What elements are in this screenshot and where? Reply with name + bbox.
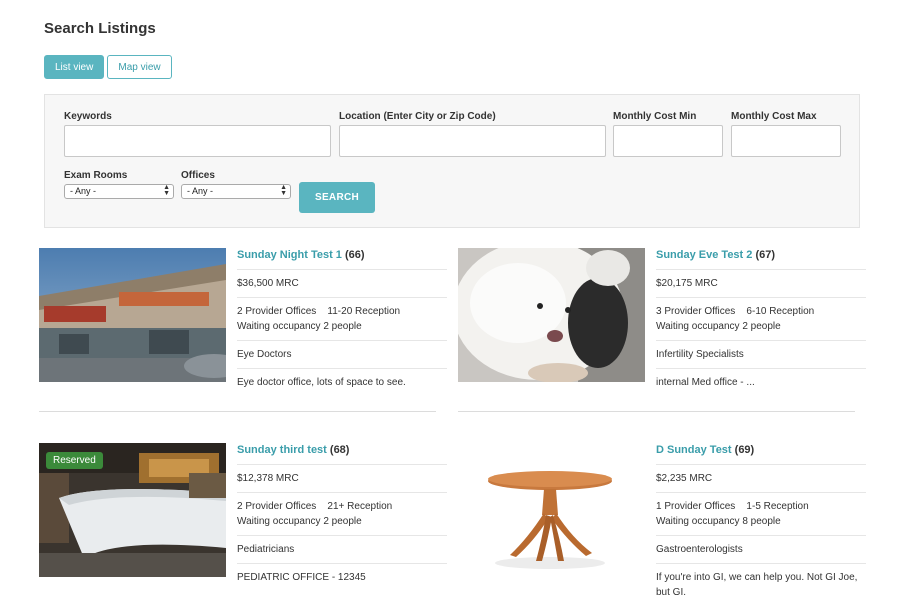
listing-details: Sunday Eve Test 2 (67) $20,175 MRC 3 Pro… — [656, 248, 866, 396]
exam-rooms-label: Exam Rooms — [64, 170, 128, 181]
select-arrows-icon: ▲ ▼ — [163, 184, 170, 197]
cost-max-input[interactable] — [731, 125, 841, 157]
listing-title[interactable]: Sunday Night Test 1 (66) — [237, 248, 447, 270]
listing-card[interactable]: D Sunday Test (69) $2,235 MRC 1 Provider… — [458, 443, 868, 598]
map-view-button[interactable]: Map view — [107, 55, 172, 79]
listing-occupancy: Waiting occupancy 2 people — [237, 321, 362, 332]
listing-price: $36,500 MRC — [237, 270, 447, 298]
offices-value: - Any - — [187, 186, 214, 196]
listing-capacity: 1 Provider Offices 1-5 Reception Waiting… — [656, 493, 866, 536]
listing-divider — [458, 411, 855, 412]
listing-image-storefront[interactable] — [39, 248, 226, 382]
listing-name-link[interactable]: D Sunday Test — [656, 444, 732, 456]
listing-title[interactable]: D Sunday Test (69) — [656, 443, 866, 465]
list-view-button[interactable]: List view — [44, 55, 105, 79]
view-toggle: List view Map view — [44, 55, 172, 79]
listing-occupancy: Waiting occupancy 8 people — [656, 516, 781, 527]
listing-id: (69) — [734, 444, 755, 456]
listing-image-reception-desk[interactable]: Reserved — [39, 443, 226, 577]
listing-description: Eye doctor office, lots of space to see. — [237, 377, 406, 388]
reserved-badge: Reserved — [46, 452, 103, 469]
exam-rooms-select[interactable]: - Any - ▲ ▼ — [64, 184, 174, 199]
listing-card[interactable]: Sunday Night Test 1 (66) $36,500 MRC 2 P… — [39, 248, 449, 388]
listing-reception: 21+ Reception — [327, 501, 393, 512]
listing-name-link[interactable]: Sunday Night Test 1 — [237, 249, 342, 261]
select-arrows-icon: ▲ ▼ — [280, 184, 287, 197]
listing-description: PEDIATRIC OFFICE - 12345 — [237, 572, 366, 583]
listing-offices: 2 Provider Offices — [237, 501, 317, 512]
listing-image-dog[interactable] — [458, 248, 645, 382]
offices-label: Offices — [181, 170, 215, 181]
listing-title[interactable]: Sunday third test (68) — [237, 443, 447, 465]
exam-rooms-value: - Any - — [70, 186, 97, 196]
listing-card[interactable]: Reserved Sunday third test (68) $12,378 … — [39, 443, 449, 583]
listing-occupancy: Waiting occupancy 2 people — [656, 321, 781, 332]
listing-specialty: Pediatricians — [237, 536, 447, 564]
listing-price: $2,235 MRC — [656, 465, 866, 493]
cost-min-label: Monthly Cost Min — [613, 111, 697, 122]
listing-occupancy: Waiting occupancy 2 people — [237, 516, 362, 527]
listing-details: Sunday third test (68) $12,378 MRC 2 Pro… — [237, 443, 447, 591]
listing-price: $12,378 MRC — [237, 465, 447, 493]
page-title: Search Listings — [44, 20, 156, 37]
listing-id: (67) — [755, 249, 776, 261]
listing-card[interactable]: Sunday Eve Test 2 (67) $20,175 MRC 3 Pro… — [458, 248, 868, 388]
listing-price: $20,175 MRC — [656, 270, 866, 298]
listing-capacity: 2 Provider Offices 21+ Reception Waiting… — [237, 493, 447, 536]
listing-specialty: Infertility Specialists — [656, 341, 866, 369]
listing-description: If you're into GI, we can help you. Not … — [656, 572, 858, 598]
listing-details: D Sunday Test (69) $2,235 MRC 1 Provider… — [656, 443, 866, 600]
location-input[interactable] — [339, 125, 606, 157]
listing-description: internal Med office - ... — [656, 377, 755, 388]
listing-reception: 6-10 Reception — [746, 306, 815, 317]
listing-reception: 11-20 Reception — [327, 306, 401, 317]
listing-offices: 1 Provider Offices — [656, 501, 736, 512]
search-button[interactable]: SEARCH — [299, 182, 375, 213]
listing-id: (66) — [344, 249, 365, 261]
listing-offices: 2 Provider Offices — [237, 306, 317, 317]
listing-image-table[interactable] — [458, 443, 645, 577]
listing-capacity: 2 Provider Offices 11-20 Reception Waiti… — [237, 298, 447, 341]
keywords-input[interactable] — [64, 125, 331, 157]
listing-divider — [39, 411, 436, 412]
listing-id: (68) — [329, 444, 350, 456]
listing-reception: 1-5 Reception — [746, 501, 809, 512]
listing-offices: 3 Provider Offices — [656, 306, 736, 317]
listing-specialty: Gastroenterologists — [656, 536, 866, 564]
cost-max-label: Monthly Cost Max — [731, 111, 817, 122]
listing-specialty: Eye Doctors — [237, 341, 447, 369]
location-label: Location (Enter City or Zip Code) — [339, 111, 496, 122]
keywords-label: Keywords — [64, 111, 112, 122]
search-filter-panel: Keywords Location (Enter City or Zip Cod… — [44, 94, 860, 228]
listing-capacity: 3 Provider Offices 6-10 Reception Waitin… — [656, 298, 866, 341]
listing-name-link[interactable]: Sunday third test — [237, 444, 327, 456]
offices-select[interactable]: - Any - ▲ ▼ — [181, 184, 291, 199]
listing-title[interactable]: Sunday Eve Test 2 (67) — [656, 248, 866, 270]
cost-min-input[interactable] — [613, 125, 723, 157]
listing-details: Sunday Night Test 1 (66) $36,500 MRC 2 P… — [237, 248, 447, 396]
listing-name-link[interactable]: Sunday Eve Test 2 — [656, 249, 752, 261]
